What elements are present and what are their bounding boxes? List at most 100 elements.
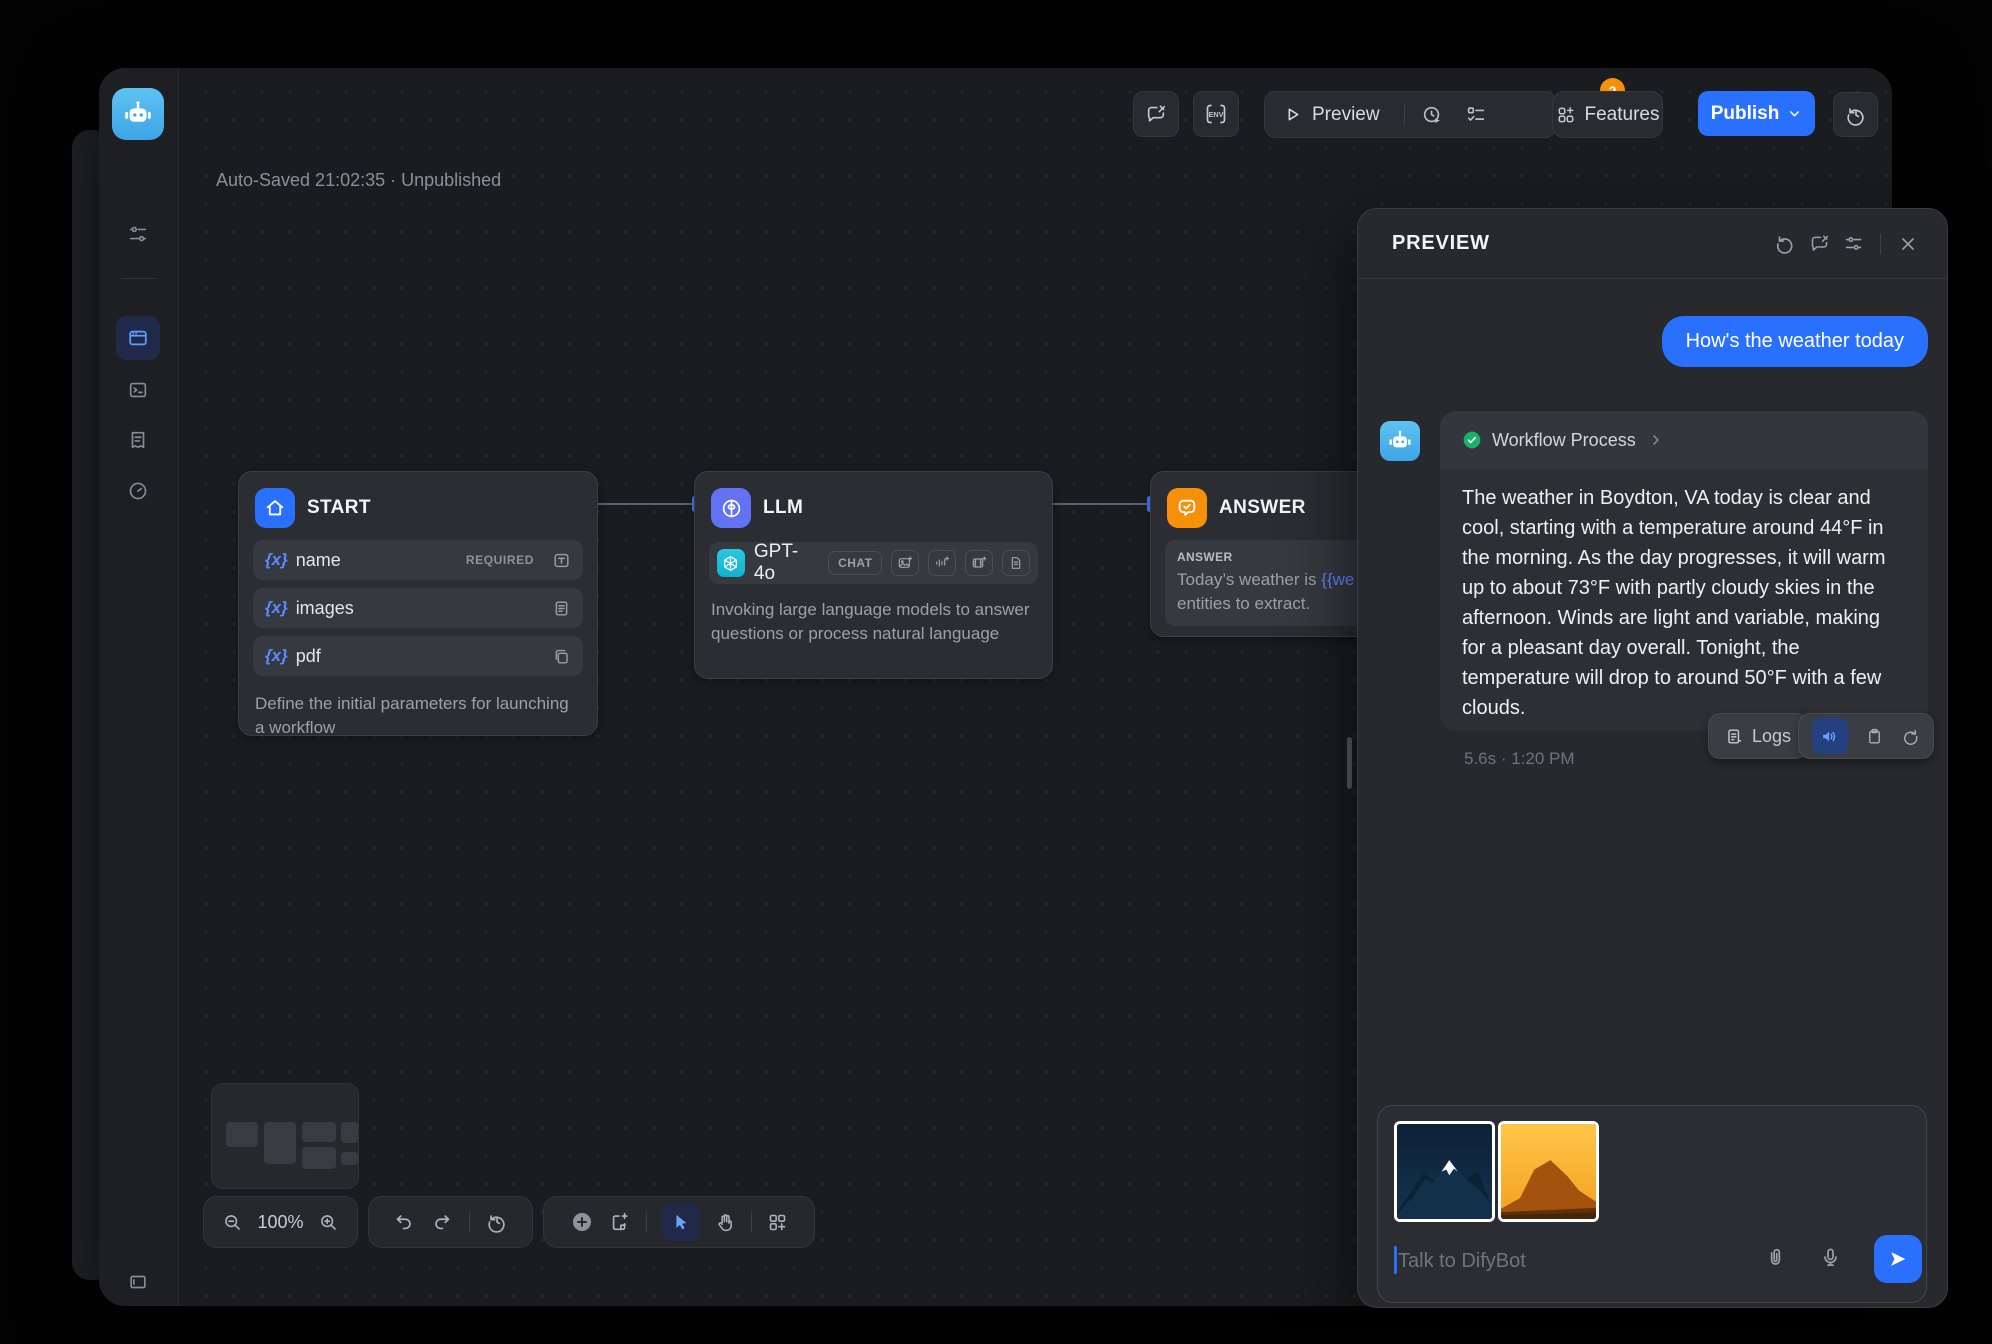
zoom-in-icon[interactable] bbox=[318, 1212, 339, 1233]
document-capability-icon bbox=[1002, 550, 1030, 576]
redo-icon[interactable] bbox=[431, 1211, 453, 1233]
restart-icon bbox=[1774, 233, 1796, 255]
audio-capability-icon bbox=[928, 550, 956, 576]
chat-input[interactable] bbox=[1396, 1242, 1730, 1280]
video-capability-icon bbox=[965, 550, 993, 576]
llm-model-row[interactable]: GPT-4o CHAT bbox=[709, 542, 1038, 584]
user-message-bubble: How's the weather today bbox=[1662, 316, 1928, 367]
publish-label: Publish bbox=[1711, 103, 1780, 125]
preview-panel: PREVIEW bbox=[1357, 208, 1948, 1308]
edge-llm-to-answer bbox=[1051, 503, 1150, 505]
attachment-thumbnail-sunset[interactable] bbox=[1498, 1121, 1599, 1222]
node-title: START bbox=[307, 497, 371, 519]
preview-title: PREVIEW bbox=[1392, 232, 1490, 255]
message-meta: 5.6s · 1:20 PM bbox=[1464, 749, 1575, 769]
attachment-thumbnail-fuji[interactable] bbox=[1394, 1121, 1495, 1222]
panel-resize-handle[interactable] bbox=[1347, 737, 1352, 789]
canvas-tools bbox=[543, 1196, 815, 1248]
speaker-button[interactable] bbox=[1812, 718, 1848, 754]
attach-file-button[interactable] bbox=[1764, 1246, 1787, 1269]
copy-icon bbox=[1865, 727, 1884, 746]
send-icon bbox=[1887, 1248, 1909, 1270]
sidebar-item-orchestrate[interactable] bbox=[116, 316, 160, 360]
sidebar-item-terminal[interactable] bbox=[116, 368, 160, 412]
start-field-name[interactable]: {x} name REQUIRED bbox=[253, 540, 583, 580]
workflow-process-row[interactable]: Workflow Process bbox=[1440, 411, 1928, 469]
node-description: Invoking large language models to answer… bbox=[695, 590, 1052, 660]
copy-button[interactable] bbox=[1865, 727, 1884, 746]
toolbar-divider bbox=[469, 1212, 470, 1232]
hand-icon bbox=[715, 1212, 736, 1233]
features-label: Features bbox=[1585, 104, 1660, 126]
start-field-pdf[interactable]: {x} pdf bbox=[253, 636, 583, 676]
pointer-tool-button[interactable] bbox=[662, 1203, 700, 1241]
features-button[interactable]: Features bbox=[1552, 91, 1663, 138]
pointer-icon bbox=[671, 1212, 691, 1232]
voice-input-button[interactable] bbox=[1819, 1246, 1842, 1269]
send-button[interactable] bbox=[1874, 1235, 1922, 1283]
monitor-icon bbox=[127, 480, 149, 502]
add-node-icon[interactable] bbox=[570, 1210, 594, 1234]
svg-text:ENV: ENV bbox=[1209, 110, 1224, 119]
hand-tool-button[interactable] bbox=[715, 1212, 736, 1233]
field-name: pdf bbox=[296, 646, 321, 667]
autosave-status: Auto-Saved 21:02:35 · Unpublished bbox=[216, 170, 501, 191]
regenerate-icon bbox=[1901, 727, 1920, 746]
paragraph-type-icon bbox=[552, 599, 571, 618]
variable-token: {x} bbox=[265, 550, 288, 570]
settings-sliders-icon bbox=[1843, 233, 1864, 254]
logs-label: Logs bbox=[1752, 726, 1791, 747]
undo-icon[interactable] bbox=[393, 1211, 415, 1233]
version-history-button[interactable] bbox=[1833, 92, 1878, 137]
robot-avatar-icon bbox=[1386, 427, 1414, 455]
answer-bubble-icon bbox=[1167, 488, 1207, 528]
organize-blocks-icon[interactable] bbox=[767, 1212, 788, 1233]
preview-settings-button[interactable] bbox=[1836, 227, 1870, 261]
restart-conversation-button[interactable] bbox=[1768, 227, 1802, 261]
toolbar-divider bbox=[751, 1212, 752, 1232]
version-history-icon bbox=[1845, 104, 1867, 126]
regenerate-button[interactable] bbox=[1901, 727, 1920, 746]
close-icon bbox=[1898, 234, 1918, 254]
paperclip-icon bbox=[1764, 1246, 1787, 1269]
sidebar-item-settings[interactable] bbox=[116, 212, 160, 256]
close-preview-button[interactable] bbox=[1891, 227, 1925, 261]
minimap[interactable] bbox=[211, 1083, 359, 1189]
sliders-icon bbox=[127, 223, 149, 245]
image-capability-icon bbox=[891, 550, 919, 576]
collapse-sidebar-button[interactable] bbox=[116, 1260, 160, 1304]
env-icon: ENV bbox=[1203, 101, 1229, 127]
node-start[interactable]: START {x} name REQUIRED {x} images bbox=[238, 471, 598, 736]
publish-button[interactable]: Publish bbox=[1698, 91, 1815, 136]
collapse-sidebar-icon bbox=[127, 1271, 149, 1293]
bot-avatar bbox=[1380, 421, 1420, 461]
zoom-level[interactable]: 100% bbox=[257, 1212, 303, 1233]
app-logo[interactable] bbox=[112, 88, 164, 140]
node-title: LLM bbox=[763, 497, 803, 519]
run-history-icon[interactable] bbox=[1421, 104, 1443, 126]
annotation-button[interactable] bbox=[1133, 91, 1179, 137]
message-actions bbox=[1798, 713, 1934, 759]
add-note-icon[interactable] bbox=[609, 1211, 631, 1233]
answer-variable-token: {{we bbox=[1321, 570, 1354, 589]
logs-icon bbox=[127, 429, 149, 451]
field-name: images bbox=[296, 598, 354, 619]
preview-button[interactable]: Preview bbox=[1312, 104, 1380, 126]
checklist-button[interactable] bbox=[1465, 104, 1487, 126]
model-name: GPT-4o bbox=[754, 541, 819, 585]
preview-annotation-button[interactable] bbox=[1802, 227, 1836, 261]
speaker-icon bbox=[1820, 727, 1839, 746]
change-history-icon[interactable] bbox=[486, 1211, 508, 1233]
toolbar-divider bbox=[646, 1212, 647, 1232]
play-icon bbox=[1283, 105, 1302, 124]
zoom-out-icon[interactable] bbox=[222, 1212, 243, 1233]
env-variables-button[interactable]: ENV bbox=[1193, 91, 1239, 137]
node-llm[interactable]: LLM GPT-4o CHAT bbox=[694, 471, 1053, 679]
logs-button[interactable]: Logs bbox=[1708, 713, 1808, 759]
workflow-process-label: Workflow Process bbox=[1492, 430, 1636, 451]
sidebar-item-monitoring[interactable] bbox=[116, 469, 160, 513]
orchestrate-icon bbox=[127, 327, 149, 349]
start-field-images[interactable]: {x} images bbox=[253, 588, 583, 628]
home-icon bbox=[255, 488, 295, 528]
sidebar-item-logs[interactable] bbox=[116, 418, 160, 462]
